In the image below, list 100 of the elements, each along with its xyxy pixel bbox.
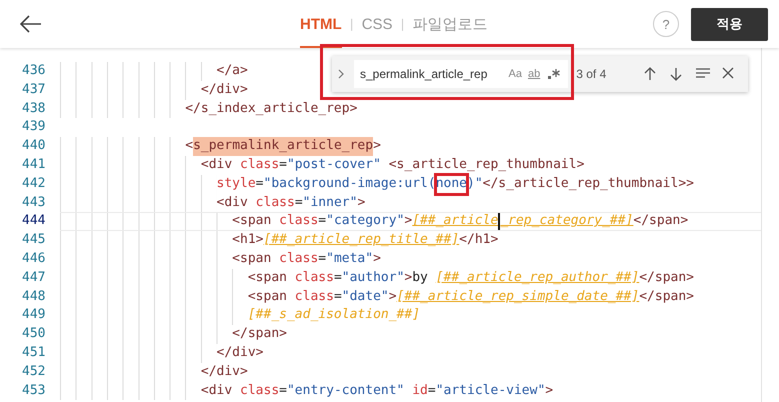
line-number: 453 [21, 382, 46, 400]
code-tag: <div [60, 156, 232, 175]
match-count: 3 of 4 [576, 67, 608, 81]
code-tag: > [545, 382, 554, 400]
line-number: 440 [21, 137, 46, 156]
code-tag: <div [60, 382, 232, 400]
tab-separator: | [400, 17, 405, 31]
code-tag: <span [60, 288, 287, 306]
code-text: = [318, 250, 326, 268]
code-string: "date" [342, 288, 389, 306]
code-attribute: style [60, 174, 256, 194]
arrow-up-icon [644, 67, 658, 81]
code-attribute: class [278, 250, 318, 268]
line-number: 446 [21, 250, 46, 268]
search-match: s_permalink_article_rep [193, 137, 374, 156]
line-number: 441 [21, 156, 46, 174]
code-text: = [294, 194, 303, 212]
code-tag: <span [60, 268, 287, 288]
code-tag: > [404, 213, 412, 230]
template-variable: [##_article [412, 213, 498, 230]
code-attribute: class [294, 288, 334, 306]
code-tag: > [404, 268, 412, 288]
code-attribute: class [239, 156, 280, 174]
line-number: 450 [21, 325, 46, 344]
code-tag: </s_article_rep_thumbnail>> [482, 174, 694, 194]
line-number: 442 [21, 174, 46, 193]
code-tag: </a> [60, 62, 248, 81]
code-attribute: class [278, 213, 318, 230]
chevron-right-icon [338, 69, 344, 79]
tab[interactable]: CSS [362, 0, 393, 48]
code-tag: <span [60, 213, 272, 230]
code-attribute: class [294, 268, 334, 287]
arrow-left-icon [20, 15, 42, 33]
code-text: by [412, 268, 429, 287]
code-tag: <div [60, 194, 248, 212]
code-text: = [334, 268, 342, 287]
match-case-button[interactable]: Aa [508, 68, 522, 80]
help-button[interactable]: ? [653, 11, 679, 37]
line-number: 438 [21, 100, 46, 118]
code-string: "inner" [302, 194, 358, 212]
code-string: "entry-content" [286, 382, 404, 400]
tab[interactable]: 파일업로드 [412, 0, 488, 48]
line-number: 452 [21, 362, 46, 381]
template-variable: [##_article_rep_author_##] [436, 268, 640, 287]
regex-icon [548, 68, 560, 80]
template-variable: [##_article_rep_title_##] [264, 231, 460, 250]
code-string: )" [467, 174, 483, 193]
code-tag: </span> [639, 288, 694, 306]
code-text: = [428, 382, 436, 400]
template-variable: [##_article_rep_simple_date_##] [396, 288, 640, 306]
code-tag: </h1> [459, 231, 498, 250]
toggle-replace-button[interactable] [336, 69, 346, 79]
code-attribute: id [411, 382, 428, 400]
code-tag: > [373, 250, 381, 269]
code-tag: </span> [639, 268, 694, 288]
code-tag: <h1> [60, 231, 264, 250]
code-tag: <span [60, 250, 272, 269]
code-text: = [318, 213, 326, 230]
code-attribute: class [254, 194, 295, 212]
regex-button[interactable] [546, 68, 562, 80]
code-string: "article-view" [436, 382, 546, 400]
code-tag: < [60, 137, 194, 156]
line-number: 447 [21, 268, 46, 287]
line-number: 448 [21, 288, 46, 306]
code-text: = [279, 156, 287, 174]
template-variable: _rep_category_##] [500, 213, 634, 230]
line-number: 451 [21, 344, 46, 362]
code-tag: > [388, 288, 397, 306]
code-string: "meta" [326, 250, 374, 268]
code-tag: > [373, 137, 381, 156]
find-query: s_permalink_article_rep [360, 67, 488, 81]
line-number: 436 [21, 62, 46, 80]
code-string: "post-cover" [286, 156, 381, 174]
code-tag: </div> [60, 362, 248, 382]
arrow-down-icon [670, 67, 684, 81]
highlighted-value: none [436, 174, 467, 194]
find-input[interactable]: s_permalink_article_rep Aa ab [354, 60, 568, 88]
code-tag: > [357, 194, 366, 212]
tab-separator: | [350, 17, 354, 31]
line-number: 445 [21, 231, 46, 250]
line-number: 449 [21, 306, 46, 324]
code-text: = [279, 382, 287, 400]
line-number: 437 [21, 80, 46, 99]
code-string: "author" [342, 268, 404, 287]
whole-word-button[interactable]: ab [528, 68, 540, 80]
code-text: = [256, 174, 264, 193]
line-number: 439 [21, 118, 46, 136]
template-variable: [##_s_ad_isolation_##] [60, 306, 420, 326]
code-attribute: class [239, 382, 280, 400]
code-tag: </div> [60, 344, 264, 363]
code-tag: </span> [633, 213, 688, 230]
line-number: 443 [21, 194, 46, 212]
apply-button[interactable]: 적용 [691, 8, 768, 40]
code-tag: </div> [60, 80, 248, 100]
text-cursor [498, 213, 500, 230]
close-icon [722, 67, 736, 81]
code-string: "background-image:url( [264, 174, 436, 193]
tab[interactable]: HTML [300, 0, 342, 48]
code-tag: </span> [60, 325, 287, 344]
code-tag: <s_article_rep_thumbnail> [380, 156, 584, 175]
